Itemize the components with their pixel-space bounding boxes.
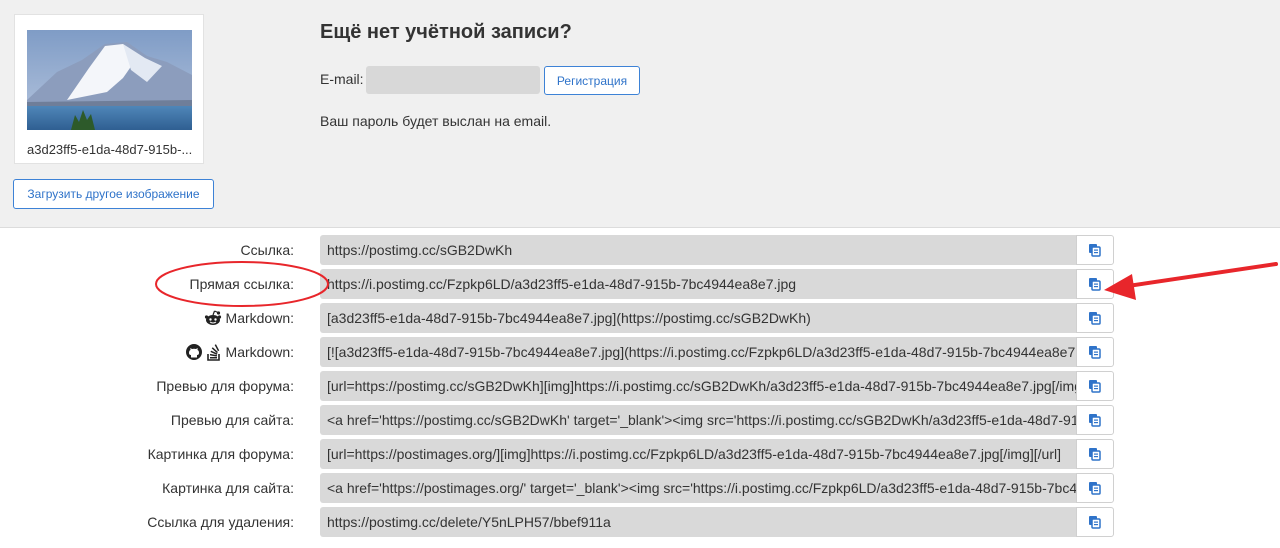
copy-button[interactable] xyxy=(1076,473,1114,503)
link-row: Ссылка: https://postimg.cc/sGB2DwKh xyxy=(0,235,1280,265)
registration-title: Ещё нет учётной записи? xyxy=(320,21,572,43)
link-code-field[interactable]: [url=https://postimg.cc/sGB2DwKh][img]ht… xyxy=(320,371,1076,401)
reddit-icon xyxy=(204,310,222,326)
link-row-label: Markdown: xyxy=(185,337,294,367)
link-label-text: Markdown: xyxy=(225,310,294,326)
image-filename: a3d23ff5-e1da-48d7-915b-... xyxy=(27,142,193,157)
link-row: Markdown: [a3d23ff5-e1da-48d7-915b-7bc494… xyxy=(0,303,1280,333)
copy-icon xyxy=(1088,515,1102,529)
stackoverflow-icon xyxy=(206,343,222,361)
copy-icon xyxy=(1088,447,1102,461)
link-code-field[interactable]: [![a3d23ff5-e1da-48d7-915b-7bc4944ea8e7.… xyxy=(320,337,1076,367)
link-row: Ссылка для удаления: https://postimg.cc/d… xyxy=(0,507,1280,537)
link-code-field[interactable]: [a3d23ff5-e1da-48d7-915b-7bc4944ea8e7.jp… xyxy=(320,303,1076,333)
copy-button[interactable] xyxy=(1076,405,1114,435)
link-code-field[interactable]: [url=https://postimages.org/][img]https:… xyxy=(320,439,1076,469)
link-row-label: Ссылка для удаления: xyxy=(147,507,294,537)
copy-icon xyxy=(1088,243,1102,257)
link-code-field[interactable]: https://postimg.cc/sGB2DwKh xyxy=(320,235,1076,265)
upload-another-image-button[interactable]: Загрузить другое изображение xyxy=(13,179,214,209)
uploaded-image-thumbnail[interactable] xyxy=(27,30,192,130)
link-row-label: Превью для форума: xyxy=(156,371,294,401)
link-label-text: Превью для форума: xyxy=(156,378,294,394)
copy-button[interactable] xyxy=(1076,371,1114,401)
copy-button[interactable] xyxy=(1076,269,1114,299)
link-row-label: Картинка для форума: xyxy=(148,439,294,469)
link-row-label: Markdown: xyxy=(204,303,294,333)
link-code-field[interactable]: https://i.postimg.cc/Fzpkp6LD/a3d23ff5-e… xyxy=(320,269,1076,299)
link-label-text: Ссылка для удаления: xyxy=(147,514,294,530)
link-row: Превью для сайта: <a href='https://postim… xyxy=(0,405,1280,435)
thumbnail-card: a3d23ff5-e1da-48d7-915b-... xyxy=(14,14,204,164)
copy-button[interactable] xyxy=(1076,507,1114,537)
link-row: Превью для форума: [url=https://postimg.c… xyxy=(0,371,1280,401)
link-label-text: Markdown: xyxy=(225,344,294,360)
link-row-label: Ссылка: xyxy=(241,235,294,265)
copy-icon xyxy=(1088,311,1102,325)
copy-button[interactable] xyxy=(1076,303,1114,333)
link-label-text: Картинка для форума: xyxy=(147,446,294,462)
copy-icon xyxy=(1088,345,1102,359)
password-note: Ваш пароль будет выслан на email. xyxy=(320,113,552,129)
link-label-text: Картинка для сайта: xyxy=(162,480,294,496)
link-row-label: Прямая ссылка: xyxy=(190,269,295,299)
link-row-label: Превью для сайта: xyxy=(171,405,294,435)
link-row: Картинка для форума: [url=https://postima… xyxy=(0,439,1280,469)
copy-button[interactable] xyxy=(1076,235,1114,265)
copy-icon xyxy=(1088,481,1102,495)
email-label: E-mail: xyxy=(320,71,364,87)
copy-icon xyxy=(1088,379,1102,393)
link-row: Картинка для сайта: <a href='https://post… xyxy=(0,473,1280,503)
upload-summary-panel: a3d23ff5-e1da-48d7-915b-... Загрузить др… xyxy=(0,0,1280,228)
email-input[interactable] xyxy=(366,66,540,94)
link-row-label: Картинка для сайта: xyxy=(162,473,294,503)
link-label-text: Прямая ссылка: xyxy=(189,276,295,292)
link-label-text: Ссылка: xyxy=(240,242,294,258)
link-code-field[interactable]: <a href='https://postimg.cc/sGB2DwKh' ta… xyxy=(320,405,1076,435)
link-label-text: Превью для сайта: xyxy=(170,412,294,428)
link-code-field[interactable]: <a href='https://postimages.org/' target… xyxy=(320,473,1076,503)
copy-button[interactable] xyxy=(1076,337,1114,367)
link-row: Markdown: [![a3d23ff5-e1da-48d7-915b-7bc4… xyxy=(0,337,1280,367)
register-button[interactable]: Регистрация xyxy=(544,66,640,95)
github-icon xyxy=(185,344,202,360)
link-code-field[interactable]: https://postimg.cc/delete/Y5nLPH57/bbef9… xyxy=(320,507,1076,537)
copy-button[interactable] xyxy=(1076,439,1114,469)
link-row: Прямая ссылка: https://i.postimg.cc/Fzpkp… xyxy=(0,269,1280,299)
copy-icon xyxy=(1088,277,1102,291)
copy-icon xyxy=(1088,413,1102,427)
